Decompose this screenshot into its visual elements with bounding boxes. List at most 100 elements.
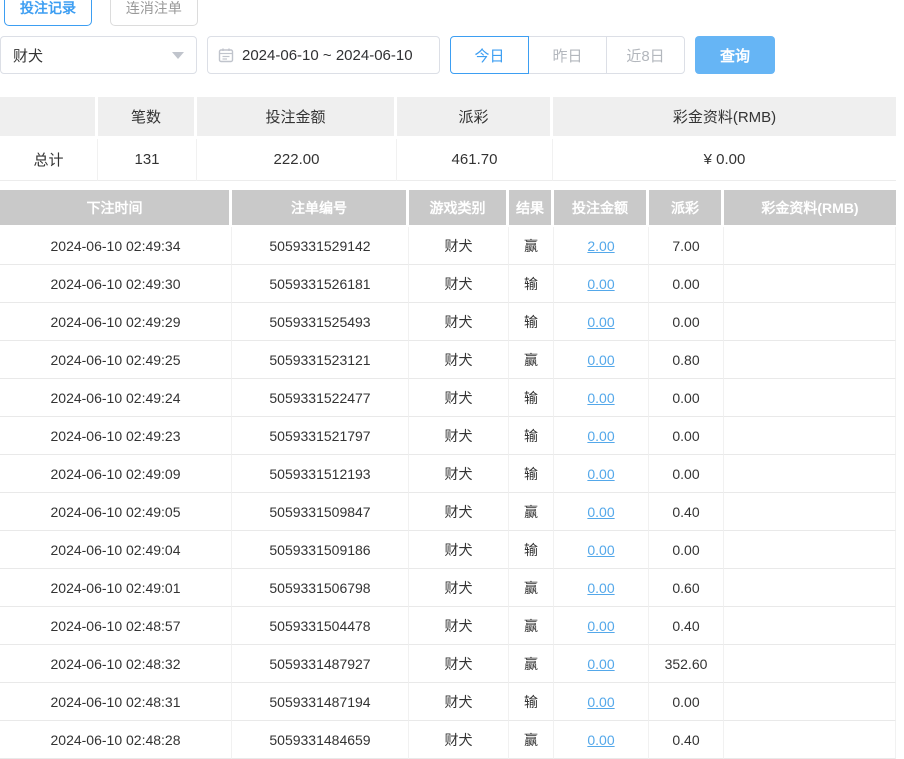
date-range-picker[interactable]: 2024-06-10 ~ 2024-06-10 (207, 36, 440, 74)
order-id-cell: 5059331522477 (232, 379, 409, 417)
bet-amount-link[interactable]: 2.00 (587, 238, 614, 254)
bonus-cell (724, 379, 896, 417)
bet-table-header-cell: 结果 (509, 190, 554, 227)
bet-amount-link[interactable]: 0.00 (587, 466, 614, 482)
order-id-cell: 5059331504478 (232, 607, 409, 645)
bet-amount-link[interactable]: 0.00 (587, 428, 614, 444)
summary-header-cell (0, 97, 98, 139)
order-id-cell: 5059331512193 (232, 455, 409, 493)
bet-records-table: 下注时间注单编号游戏类别结果投注金额派彩彩金资料(RMB) 2024-06-10… (0, 190, 896, 759)
game-type-cell: 财犬 (409, 607, 509, 645)
bet-amount-link[interactable]: 0.00 (587, 732, 614, 748)
filter-bar: 财犬 2024-06-10 ~ 2024-06-10 今日 昨日 近8日 查询 (0, 36, 896, 74)
bet-amount-link[interactable]: 0.00 (587, 580, 614, 596)
table-row: 2024-06-10 02:49:23 5059331521797 财犬 输 0… (0, 417, 896, 455)
bonus-cell (724, 721, 896, 759)
game-type-cell: 财犬 (409, 569, 509, 607)
payout-cell: 7.00 (649, 227, 724, 265)
bet-amount-link[interactable]: 0.00 (587, 314, 614, 330)
table-row: 2024-06-10 02:48:28 5059331484659 财犬 赢 0… (0, 721, 896, 759)
query-button[interactable]: 查询 (695, 36, 775, 74)
game-select-value: 财犬 (13, 45, 43, 66)
bet-amount-cell: 0.00 (554, 341, 649, 379)
bet-table-body: 2024-06-10 02:49:34 5059331529142 财犬 赢 2… (0, 227, 896, 759)
payout-cell: 0.40 (649, 493, 724, 531)
bet-amount-cell: 0.00 (554, 607, 649, 645)
order-id-cell: 5059331506798 (232, 569, 409, 607)
payout-cell: 0.00 (649, 265, 724, 303)
bet-amount-link[interactable]: 0.00 (587, 694, 614, 710)
bet-time-cell: 2024-06-10 02:49:05 (0, 493, 232, 531)
summary-value-cell: 131 (98, 139, 197, 181)
bet-amount-cell: 0.00 (554, 531, 649, 569)
bonus-cell (724, 341, 896, 379)
bonus-cell (724, 417, 896, 455)
result-cell: 输 (509, 455, 554, 493)
bet-time-cell: 2024-06-10 02:48:57 (0, 607, 232, 645)
table-row: 2024-06-10 02:49:24 5059331522477 财犬 输 0… (0, 379, 896, 417)
game-type-cell: 财犬 (409, 455, 509, 493)
bonus-cell (724, 227, 896, 265)
bet-time-cell: 2024-06-10 02:49:25 (0, 341, 232, 379)
tab-chain-cancel-orders-label: 连消注单 (126, 0, 182, 18)
bet-amount-link[interactable]: 0.00 (587, 618, 614, 634)
bet-table-header-cell: 注单编号 (232, 190, 409, 227)
betting-records-page: 投注记录 连消注单 财犬 2024-06-10 ~ 2024-06-10 (0, 0, 896, 759)
bet-time-cell: 2024-06-10 02:49:29 (0, 303, 232, 341)
last-8-days-button[interactable]: 近8日 (606, 36, 685, 74)
result-cell: 赢 (509, 607, 554, 645)
bet-table-header-cell: 游戏类别 (409, 190, 509, 227)
bet-amount-cell: 0.00 (554, 379, 649, 417)
table-row: 2024-06-10 02:48:32 5059331487927 财犬 赢 0… (0, 645, 896, 683)
order-id-cell: 5059331525493 (232, 303, 409, 341)
table-row: 2024-06-10 02:49:30 5059331526181 财犬 输 0… (0, 265, 896, 303)
date-range-value: 2024-06-10 ~ 2024-06-10 (242, 47, 413, 64)
summary-table: 笔数投注金额派彩彩金资料(RMB) 总计131222.00461.70¥ 0.0… (0, 97, 896, 181)
bet-amount-cell: 0.00 (554, 721, 649, 759)
payout-cell: 0.00 (649, 303, 724, 341)
bet-table-header-cell: 彩金资料(RMB) (724, 190, 896, 227)
bet-table-header-cell: 派彩 (649, 190, 724, 227)
bet-amount-link[interactable]: 0.00 (587, 656, 614, 672)
payout-cell: 352.60 (649, 645, 724, 683)
game-select[interactable]: 财犬 (0, 36, 197, 74)
table-row: 2024-06-10 02:48:31 5059331487194 财犬 输 0… (0, 683, 896, 721)
table-row: 2024-06-10 02:49:29 5059331525493 财犬 输 0… (0, 303, 896, 341)
game-type-cell: 财犬 (409, 721, 509, 759)
summary-value-cell: 222.00 (197, 139, 397, 181)
today-button[interactable]: 今日 (450, 36, 529, 74)
table-row: 2024-06-10 02:49:05 5059331509847 财犬 赢 0… (0, 493, 896, 531)
quick-date-button-group: 今日 昨日 近8日 (450, 36, 685, 74)
summary-value-cell: 总计 (0, 139, 98, 181)
table-row: 2024-06-10 02:49:09 5059331512193 财犬 输 0… (0, 455, 896, 493)
bet-amount-cell: 0.00 (554, 569, 649, 607)
payout-cell: 0.00 (649, 531, 724, 569)
order-id-cell: 5059331521797 (232, 417, 409, 455)
bet-table-header-row: 下注时间注单编号游戏类别结果投注金额派彩彩金资料(RMB) (0, 190, 896, 227)
bonus-cell (724, 265, 896, 303)
payout-cell: 0.40 (649, 607, 724, 645)
bet-amount-link[interactable]: 0.00 (587, 352, 614, 368)
yesterday-button[interactable]: 昨日 (528, 36, 607, 74)
order-id-cell: 5059331487927 (232, 645, 409, 683)
bet-amount-link[interactable]: 0.00 (587, 390, 614, 406)
game-type-cell: 财犬 (409, 379, 509, 417)
result-cell: 输 (509, 417, 554, 455)
bet-amount-link[interactable]: 0.00 (587, 276, 614, 292)
bet-amount-cell: 0.00 (554, 265, 649, 303)
bet-time-cell: 2024-06-10 02:49:09 (0, 455, 232, 493)
game-type-cell: 财犬 (409, 417, 509, 455)
chevron-down-icon (172, 52, 184, 59)
tab-bet-records[interactable]: 投注记录 (4, 0, 92, 26)
result-cell: 赢 (509, 569, 554, 607)
bonus-cell (724, 493, 896, 531)
summary-header-row: 笔数投注金额派彩彩金资料(RMB) (0, 97, 896, 139)
game-type-cell: 财犬 (409, 493, 509, 531)
bet-amount-cell: 0.00 (554, 417, 649, 455)
bet-amount-link[interactable]: 0.00 (587, 542, 614, 558)
tab-chain-cancel-orders[interactable]: 连消注单 (110, 0, 198, 26)
bet-amount-link[interactable]: 0.00 (587, 504, 614, 520)
order-id-cell: 5059331484659 (232, 721, 409, 759)
bet-time-cell: 2024-06-10 02:49:24 (0, 379, 232, 417)
bonus-cell (724, 531, 896, 569)
